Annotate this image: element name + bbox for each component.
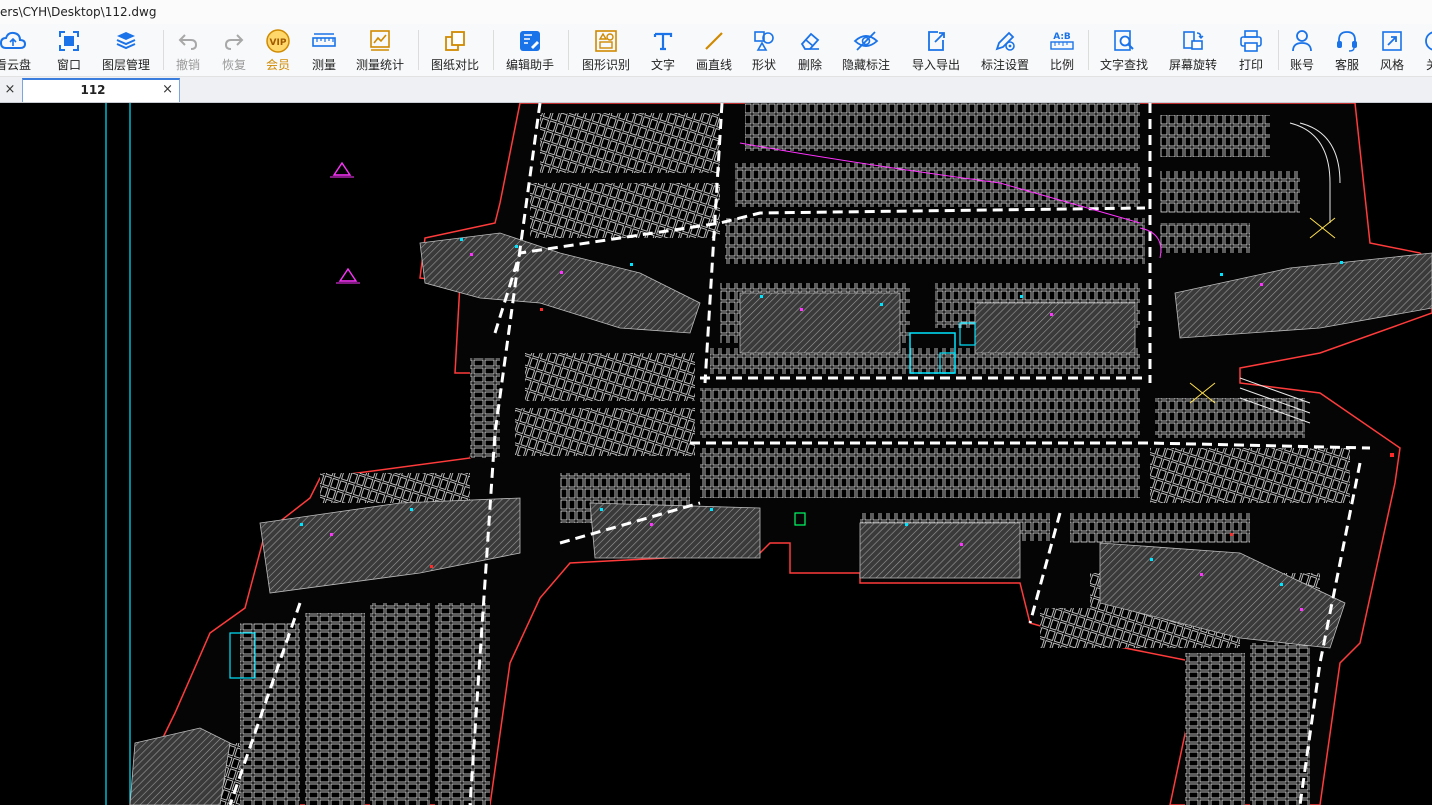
edit-helper-button[interactable]: 编辑助手: [504, 26, 556, 74]
delete-button[interactable]: 删除: [794, 26, 826, 74]
close-panel-button[interactable]: 关: [1420, 26, 1432, 74]
delete-label: 删除: [797, 58, 822, 72]
import-export-label: 导入导出: [911, 58, 960, 72]
account-label: 账号: [1289, 58, 1314, 72]
headset-icon: [1333, 28, 1361, 54]
tab-112-close-button[interactable]: ×: [162, 82, 173, 97]
style-icon: [1378, 28, 1406, 54]
tab-close-button[interactable]: ×: [0, 79, 20, 101]
text-label: 文字: [650, 58, 675, 72]
draw-line-label: 画直线: [695, 58, 732, 72]
undo-icon: [174, 28, 202, 54]
layer-manager-label: 图层管理: [101, 58, 150, 72]
hide-annotation-label: 隐藏标注: [841, 58, 890, 72]
window-button[interactable]: 窗口: [50, 26, 88, 74]
toolbar-divider: [1088, 30, 1089, 70]
marker-1: [330, 161, 354, 178]
style-button[interactable]: 风格: [1376, 26, 1408, 74]
annotation-settings-icon: [991, 28, 1019, 54]
marker-2: [336, 267, 360, 284]
cloud-icon: [0, 28, 27, 54]
toolbar-divider: [1278, 30, 1279, 70]
toolbar-divider: [418, 30, 419, 70]
file-path: ers\CYH\Desktop\112.dwg: [0, 5, 157, 19]
compare-button[interactable]: 图纸对比: [429, 26, 481, 74]
rotate-screen-icon: [1179, 28, 1207, 54]
print-button[interactable]: 打印: [1235, 26, 1267, 74]
redo-button[interactable]: 恢复: [218, 26, 250, 74]
annotation-settings-button[interactable]: 标注设置: [977, 26, 1033, 74]
shapes-icon: [750, 28, 778, 54]
scale-label: 比例: [1049, 58, 1074, 72]
shape-recognition-button[interactable]: 图形识别: [580, 26, 632, 74]
shape-recognition-icon: [592, 28, 620, 54]
annotation-settings-label: 标注设置: [980, 58, 1029, 72]
hide-annotation-button[interactable]: 隐藏标注: [840, 26, 892, 74]
style-label: 风格: [1379, 58, 1404, 72]
text-search-icon: [1110, 28, 1138, 54]
toolbar-divider: [568, 30, 569, 70]
redo-label: 恢复: [221, 58, 246, 72]
svg-text:VIP: VIP: [270, 38, 287, 48]
hide-icon: [852, 28, 880, 54]
edit-helper-icon: [516, 28, 544, 54]
print-label: 打印: [1238, 58, 1263, 72]
close-panel-icon: [1418, 28, 1432, 54]
scale-icon: A:B: [1048, 28, 1076, 54]
svg-text:A:B: A:B: [1053, 32, 1071, 42]
parking-plan: [129, 103, 1432, 805]
drawing-canvas[interactable]: [0, 103, 1432, 805]
import-export-icon: [922, 28, 950, 54]
window-title: ers\CYH\Desktop\112.dwg: [0, 0, 1432, 24]
cloud-label: 看云盘: [0, 58, 31, 72]
text-search-button[interactable]: 文字查找: [1098, 26, 1150, 74]
draw-line-button[interactable]: 画直线: [694, 26, 734, 74]
tab-title: 112: [80, 83, 106, 97]
cad-drawing: [105, 103, 1432, 805]
scale-button[interactable]: A:B 比例: [1046, 26, 1078, 74]
text-button[interactable]: 文字: [647, 26, 679, 74]
rotate-screen-label: 屏幕旋转: [1168, 58, 1217, 72]
main-toolbar: 看云盘 窗口 图层管理 撤销 恢复 VIP 会员 测量 测量统计 图纸对比 编辑…: [0, 24, 1432, 77]
measure-stats-label: 测量统计: [355, 58, 404, 72]
shape-recognition-label: 图形识别: [581, 58, 630, 72]
line-icon: [700, 28, 728, 54]
ruler-icon: [310, 28, 338, 54]
vip-label: 会员: [265, 58, 290, 72]
rotate-screen-button[interactable]: 屏幕旋转: [1167, 26, 1219, 74]
shapes-label: 形状: [751, 58, 776, 72]
measure-label: 测量: [311, 58, 336, 72]
cloud-button[interactable]: 看云盘: [0, 26, 38, 74]
undo-label: 撤销: [175, 58, 200, 72]
layers-icon: [112, 28, 140, 54]
print-icon: [1237, 28, 1265, 54]
vip-button[interactable]: VIP 会员: [262, 26, 294, 74]
customer-service-label: 客服: [1334, 58, 1359, 72]
account-button[interactable]: 账号: [1286, 26, 1318, 74]
eraser-icon: [796, 28, 824, 54]
edit-helper-label: 编辑助手: [505, 58, 554, 72]
text-icon: [649, 28, 677, 54]
measure-stats-button[interactable]: 测量统计: [354, 26, 406, 74]
close-panel-label: 关: [1426, 56, 1432, 73]
window-label: 窗口: [56, 58, 81, 72]
shapes-button[interactable]: 形状: [748, 26, 780, 74]
vip-icon: VIP: [264, 28, 292, 54]
document-tabbar: × 112 ×: [0, 77, 1432, 103]
compare-label: 图纸对比: [430, 58, 479, 72]
undo-button[interactable]: 撤销: [172, 26, 204, 74]
account-icon: [1288, 28, 1316, 54]
layer-manager-button[interactable]: 图层管理: [98, 26, 154, 74]
measure-button[interactable]: 测量: [308, 26, 340, 74]
window-icon: [55, 28, 83, 54]
redo-icon: [220, 28, 248, 54]
customer-service-button[interactable]: 客服: [1331, 26, 1363, 74]
import-export-button[interactable]: 导入导出: [908, 26, 964, 74]
measure-stats-icon: [366, 28, 394, 54]
toolbar-divider: [493, 30, 494, 70]
compare-icon: [441, 28, 469, 54]
toolbar-divider: [163, 30, 164, 70]
text-search-label: 文字查找: [1099, 58, 1148, 72]
tab-112[interactable]: 112 ×: [22, 78, 180, 102]
